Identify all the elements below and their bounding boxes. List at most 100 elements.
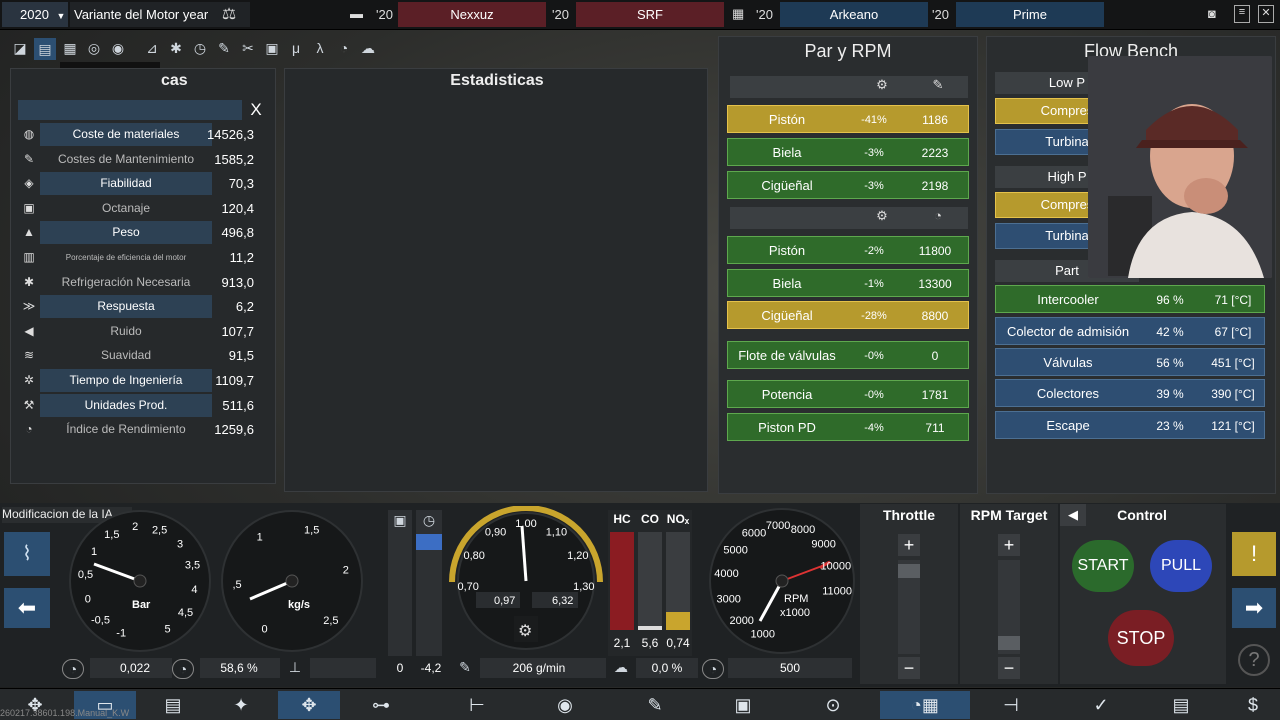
stat-row[interactable]: ≋ Suavidad 91,5: [18, 344, 254, 367]
stat-label: Peso: [40, 221, 212, 245]
gauge-tick-label: 6000: [742, 528, 766, 540]
nav-engine-family-icon[interactable]: ✦: [210, 691, 272, 719]
rpm-minus-button[interactable]: −: [998, 657, 1020, 679]
tools-icon[interactable]: ✂: [238, 40, 258, 57]
nav-fuel-pump-icon[interactable]: ▣: [712, 691, 774, 719]
coin-icon: ◍: [23, 127, 35, 141]
rpm-plus-button[interactable]: +: [998, 534, 1020, 556]
stat-row[interactable]: ◀ Ruido 107,7: [18, 320, 254, 343]
speedometer-icon[interactable]: ◔: [334, 40, 354, 56]
chart-tab-icon[interactable]: ◪: [10, 40, 30, 57]
flow-bench-row[interactable]: Colector de admisión 42 % 67 [°C]: [995, 317, 1265, 345]
stat-row[interactable]: ◈ Fiabilidad 70,3: [18, 172, 254, 196]
nav-turbo-icon[interactable]: ◉: [534, 691, 596, 719]
help-button[interactable]: ?: [1238, 644, 1270, 676]
year-select[interactable]: 2020 ▼: [2, 2, 68, 27]
stat-row[interactable]: ✱ Refrigeración Necesaria 913,0: [18, 271, 254, 294]
search-input[interactable]: [18, 100, 242, 120]
gauge-tick-label: -1: [116, 628, 126, 640]
graph-toggle-button[interactable]: ⌇: [4, 532, 50, 576]
speaker-icon[interactable]: ◀: [1060, 504, 1086, 526]
par-rpm-row[interactable]: Potencia -0% 1781: [727, 380, 969, 408]
control-label: Control: [1117, 507, 1167, 523]
stat-label: Fiabilidad: [40, 172, 212, 196]
nav-exhaust-icon[interactable]: ⊙: [802, 691, 864, 719]
stat-value: 1585,2: [214, 151, 254, 167]
bug-icon[interactable]: ✱: [166, 40, 186, 57]
stat-row[interactable]: ✲ Tiempo de Ingeniería 1109,7: [18, 369, 254, 392]
close-search-button[interactable]: X: [246, 100, 266, 122]
efficiency-value: 58,6 %: [220, 661, 258, 675]
flow-bench-row[interactable]: Escape 23 % 121 [°C]: [995, 411, 1265, 439]
close-icon[interactable]: ✕: [1258, 5, 1274, 23]
flow-bench-row[interactable]: Válvulas 56 % 451 [°C]: [995, 348, 1265, 376]
par-rpm-row[interactable]: Piston PD -4% 711: [727, 413, 969, 441]
nav-exhaust-pipe-icon[interactable]: ⊣: [980, 691, 1042, 719]
stat-value: 1259,6: [214, 422, 254, 438]
nav-money-icon[interactable]: $: [1222, 691, 1280, 719]
par-rpm-pct: -0%: [864, 389, 884, 401]
stat-row[interactable]: ≫ Respuesta 6,2: [18, 295, 254, 319]
throttle-slider[interactable]: [898, 560, 920, 654]
nav-fuel-icon[interactable]: ✎: [624, 691, 686, 719]
balance-icon[interactable]: ⚖: [216, 4, 242, 26]
lambda-icon[interactable]: λ: [310, 40, 330, 56]
nav-chassis-icon[interactable]: ▤: [142, 691, 204, 719]
flow-bench-row[interactable]: Intercooler 96 % 71 [°C]: [995, 285, 1265, 313]
nav-valves-icon[interactable]: ⊢: [446, 691, 508, 719]
car4-button[interactable]: Prime: [956, 2, 1104, 27]
car2-button[interactable]: SRF: [576, 2, 724, 27]
par-rpm-row[interactable]: Biela -1% 13300: [727, 269, 969, 297]
clock-icon[interactable]: ◷: [190, 40, 210, 57]
stat-row[interactable]: ◔ Índice de Rendimiento 1259,6: [18, 418, 254, 441]
nav-test-icon[interactable]: ◔▦: [880, 691, 970, 719]
par-rpm-row[interactable]: Cigüeñal -3% 2198: [727, 171, 969, 199]
par-rpm-row[interactable]: Pistón -2% 11800: [727, 236, 969, 264]
car-side-icon[interactable]: ◎: [84, 40, 104, 57]
throttle-handle[interactable]: [898, 564, 920, 578]
throttle-minus-button[interactable]: −: [898, 657, 920, 679]
graph-icon[interactable]: ⊿: [142, 40, 162, 57]
chevron-down-icon: ▼: [56, 11, 66, 21]
pull-button[interactable]: PULL: [1150, 540, 1212, 592]
nav-check-icon[interactable]: ✓: [1070, 691, 1132, 719]
fuel-pump-icon[interactable]: ▣: [262, 40, 282, 57]
camera-icon[interactable]: ◙: [1208, 6, 1216, 21]
next-arrow-button[interactable]: ➡: [1232, 588, 1276, 628]
gauge-tick-label: 2: [132, 521, 138, 533]
turbo-icon[interactable]: ◉: [108, 40, 128, 57]
par-rpm-row[interactable]: Flote de válvulas -0% 0: [727, 341, 969, 369]
speaker-icon: ◀: [24, 323, 34, 338]
compare-icon[interactable]: ▦: [60, 40, 80, 57]
exhaust-icon[interactable]: ☁: [358, 40, 378, 57]
stat-row[interactable]: ▥ Porcentaje de eficiencia del motor 11,2: [18, 246, 254, 269]
car3-button[interactable]: Arkeano: [780, 2, 928, 27]
mu-icon[interactable]: μ: [286, 40, 306, 56]
par-rpm-row[interactable]: Pistón -41% 1186: [727, 105, 969, 133]
throttle-plus-button[interactable]: +: [898, 534, 920, 556]
car1-button[interactable]: Nexxuz: [398, 2, 546, 27]
par-rpm-row[interactable]: Biela -3% 2223: [727, 138, 969, 166]
stop-button[interactable]: STOP: [1108, 610, 1174, 666]
stat-row[interactable]: ◍ Coste de materiales 14526,3: [18, 123, 254, 146]
stat-row[interactable]: ⚒ Unidades Prod. 511,6: [18, 393, 254, 417]
stat-row[interactable]: ✎ Costes de Mantenimiento 1585,2: [18, 148, 254, 171]
rpm-handle[interactable]: [998, 636, 1020, 650]
nav-crank-icon[interactable]: ⊶: [350, 691, 412, 719]
menu-icon[interactable]: ≡: [1234, 5, 1250, 23]
prev-arrow-button[interactable]: ⬅: [4, 588, 50, 628]
flow-bench-pct: 23 %: [1156, 419, 1184, 433]
stat-row[interactable]: ▲ Peso 496,8: [18, 221, 254, 245]
nav-car-icon[interactable]: ▤: [1150, 691, 1212, 719]
start-button[interactable]: START: [1072, 540, 1134, 592]
par-rpm-row[interactable]: Cigüeñal -28% 8800: [727, 301, 969, 329]
gauge-icon: ◔: [62, 659, 84, 679]
boost-unit: Bar: [132, 599, 151, 611]
detailed-stats-icon[interactable]: ▤: [34, 38, 56, 60]
flow-bench-row[interactable]: Colectores 39 % 390 [°C]: [995, 379, 1265, 407]
rpm-slider[interactable]: [998, 560, 1020, 654]
stat-row[interactable]: ▣ Octanaje 120,4: [18, 197, 254, 220]
spray-icon[interactable]: ✎: [214, 40, 234, 57]
nav-engine-icon[interactable]: ✥: [278, 691, 340, 719]
warning-button[interactable]: !: [1232, 532, 1276, 576]
